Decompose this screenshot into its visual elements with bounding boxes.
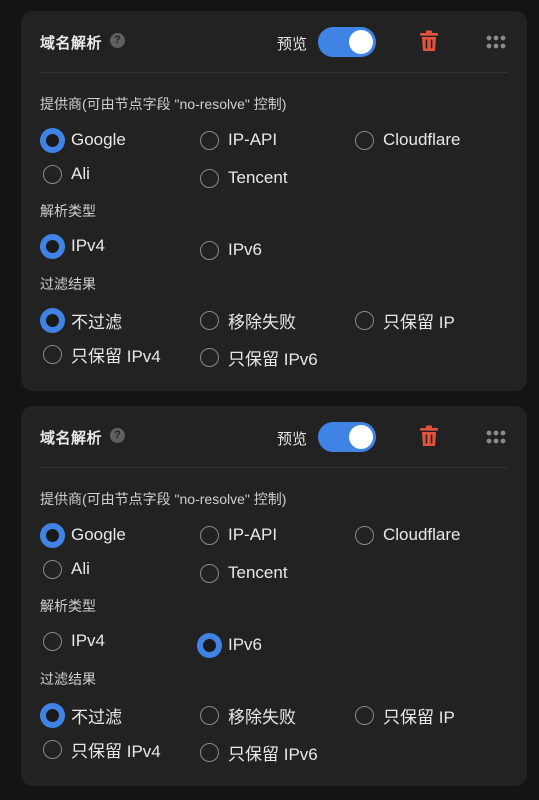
divider — [40, 467, 508, 468]
radio-icon — [200, 240, 219, 260]
radio-icon — [43, 344, 62, 364]
provider-option-google[interactable]: Google — [40, 127, 126, 153]
radio-icon — [200, 742, 219, 762]
trash-icon[interactable] — [419, 30, 439, 52]
provider-option-cloudflare[interactable]: Cloudflare — [352, 127, 461, 153]
provider-option-tencent[interactable]: Tencent — [197, 165, 288, 191]
radio-icon — [200, 347, 219, 367]
radio-icon — [200, 130, 219, 150]
filter-label: 过滤结果 — [40, 671, 96, 687]
type-option-ipv6[interactable]: IPv6 — [197, 237, 262, 263]
provider-option-ali[interactable]: Ali — [40, 556, 90, 582]
drag-handle-icon[interactable] — [486, 430, 506, 444]
radio-icon — [355, 705, 374, 725]
provider-option-ali[interactable]: Ali — [40, 161, 90, 187]
type-option-ipv4[interactable]: IPv4 — [40, 233, 105, 259]
filter-option-remove-failed[interactable]: 移除失败 — [197, 702, 296, 728]
question-circle-icon[interactable]: ? — [110, 33, 125, 48]
provider-label: 提供商(可由节点字段 "no-resolve" 控制) — [40, 96, 287, 112]
toggle-knob — [349, 425, 373, 449]
radio-checked-icon — [40, 702, 65, 728]
radio-checked-icon — [197, 632, 222, 658]
radio-icon — [200, 563, 219, 583]
preview-toggle[interactable] — [318, 27, 376, 57]
drag-handle-icon[interactable] — [486, 35, 506, 49]
provider-option-ip-api[interactable]: IP-API — [197, 522, 277, 548]
radio-icon — [200, 310, 219, 330]
card-header: 域名解析 ? 预览 — [21, 406, 527, 468]
radio-icon — [355, 130, 374, 150]
toggle-knob — [349, 30, 373, 54]
filter-option-ipv6-only[interactable]: 只保留 IPv6 — [197, 739, 318, 765]
radio-checked-icon — [40, 522, 65, 548]
filter-option-none[interactable]: 不过滤 — [40, 702, 122, 728]
filter-option-ipv6-only[interactable]: 只保留 IPv6 — [197, 344, 318, 370]
filter-option-ipv4-only[interactable]: 只保留 IPv4 — [40, 736, 161, 762]
preview-toggle[interactable] — [318, 422, 376, 452]
filter-option-ip-only[interactable]: 只保留 IP — [352, 702, 455, 728]
filter-option-remove-failed[interactable]: 移除失败 — [197, 307, 296, 333]
radio-checked-icon — [40, 233, 65, 259]
filter-option-none[interactable]: 不过滤 — [40, 307, 122, 333]
provider-label: 提供商(可由节点字段 "no-resolve" 控制) — [40, 491, 287, 507]
resolve-type-label: 解析类型 — [40, 203, 96, 219]
card-title: 域名解析 — [40, 35, 103, 52]
filter-option-ipv4-only[interactable]: 只保留 IPv4 — [40, 341, 161, 367]
radio-icon — [43, 739, 62, 759]
provider-option-tencent[interactable]: Tencent — [197, 560, 288, 586]
question-circle-icon[interactable]: ? — [110, 428, 125, 443]
radio-icon — [43, 559, 62, 579]
radio-icon — [200, 525, 219, 545]
provider-option-ip-api[interactable]: IP-API — [197, 127, 277, 153]
domain-resolve-card: 域名解析 ? 预览 提供商(可由节点字段 "no-resolve" 控制) Go… — [21, 11, 527, 391]
radio-checked-icon — [40, 127, 65, 153]
radio-checked-icon — [40, 307, 65, 333]
type-option-ipv4[interactable]: IPv4 — [40, 628, 105, 654]
radio-icon — [355, 310, 374, 330]
radio-icon — [43, 631, 62, 651]
divider — [40, 72, 508, 73]
preview-label: 预览 — [277, 431, 308, 448]
card-header: 域名解析 ? 预览 — [21, 11, 527, 73]
domain-resolve-card: 域名解析 ? 预览 提供商(可由节点字段 "no-resolve" 控制) Go… — [21, 406, 527, 786]
provider-option-cloudflare[interactable]: Cloudflare — [352, 522, 461, 548]
radio-icon — [200, 168, 219, 188]
preview-label: 预览 — [277, 36, 308, 53]
resolve-type-label: 解析类型 — [40, 598, 96, 614]
type-option-ipv6[interactable]: IPv6 — [197, 632, 262, 658]
radio-icon — [355, 525, 374, 545]
radio-icon — [200, 705, 219, 725]
card-title: 域名解析 — [40, 430, 103, 447]
provider-option-google[interactable]: Google — [40, 522, 126, 548]
trash-icon[interactable] — [419, 425, 439, 447]
filter-option-ip-only[interactable]: 只保留 IP — [352, 307, 455, 333]
radio-icon — [43, 164, 62, 184]
filter-label: 过滤结果 — [40, 276, 96, 292]
